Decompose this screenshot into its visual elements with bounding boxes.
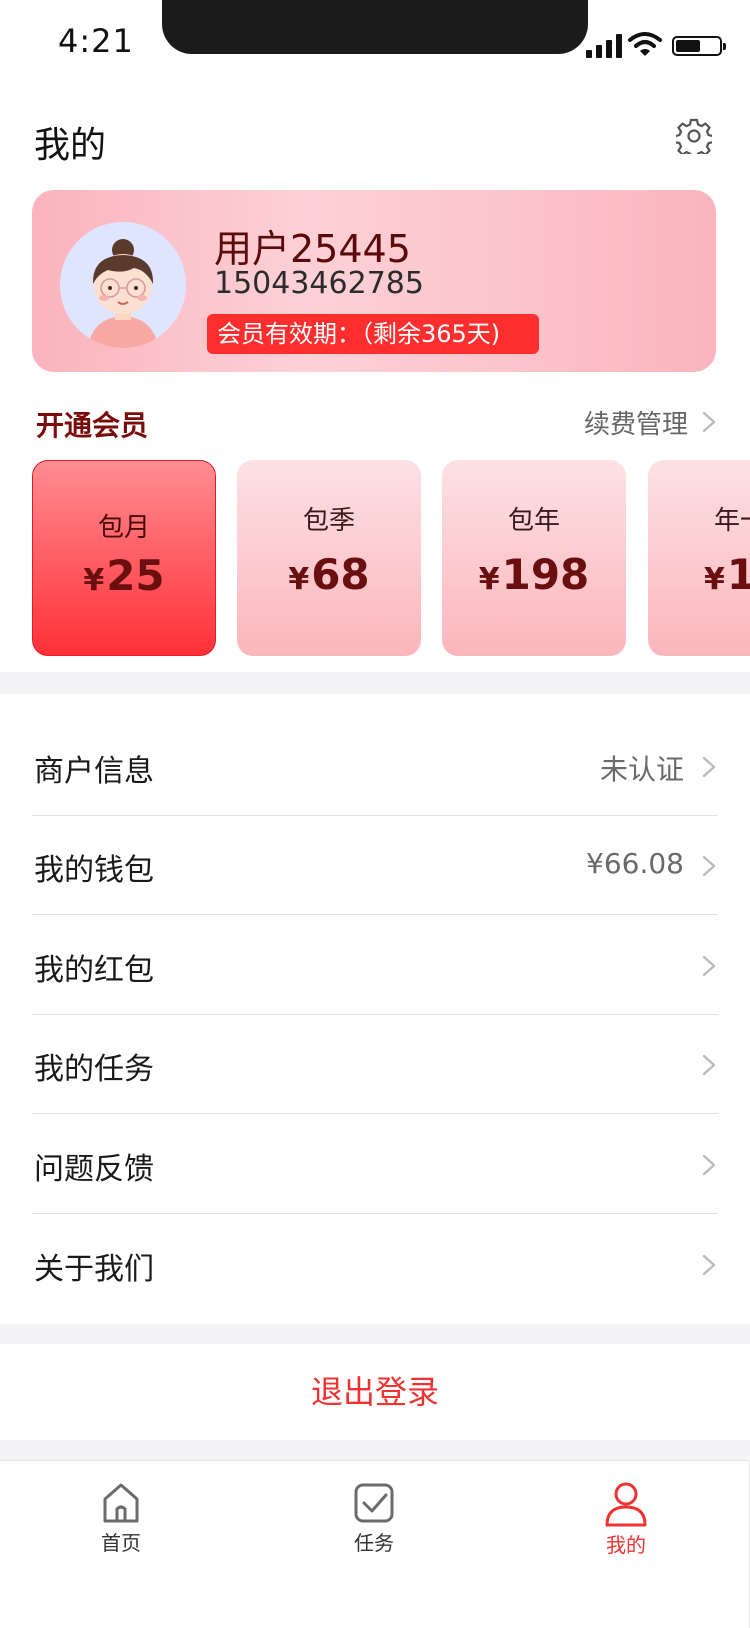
plan-name: 年一 — [714, 506, 750, 536]
plan-name: 包年 — [507, 506, 560, 536]
tab-label: 任务 — [354, 1531, 394, 1555]
status-time: 4:21 — [58, 22, 134, 60]
menu-item-label: 我的任务 — [34, 1052, 154, 1087]
avatar[interactable] — [60, 222, 186, 348]
plan-price: ¥1 — [704, 550, 750, 599]
renew-management-link[interactable]: 续费管理 — [584, 404, 688, 441]
section-divider — [0, 1440, 750, 1460]
menu-item-wallet[interactable]: 我的钱包 ¥66.08 — [32, 815, 718, 915]
profile-card[interactable]: 用户25445 15043462785 会员有效期：（剩余365天) — [32, 190, 716, 372]
user-phone: 15043462785 — [214, 266, 424, 301]
menu-item-value: ¥66.08 — [586, 847, 684, 880]
user-name: 用户25445 — [214, 227, 411, 271]
logout-button[interactable]: 退出登录 — [0, 1344, 750, 1440]
chevron-right-icon — [702, 1254, 716, 1276]
tab-home[interactable]: 首页 — [61, 1481, 181, 1556]
wifi-icon — [628, 32, 662, 56]
plan-card-quarterly[interactable]: 包季 ¥68 — [237, 460, 421, 656]
menu-item-merchant-info[interactable]: 商户信息 未认证 — [32, 716, 718, 816]
chevron-right-icon — [702, 1154, 716, 1176]
chevron-right-icon — [702, 756, 716, 778]
chevron-right-icon — [702, 955, 716, 977]
menu-item-label: 我的钱包 — [34, 853, 154, 888]
menu-item-label: 问题反馈 — [34, 1152, 154, 1187]
status-bar: 4:21 — [0, 0, 750, 88]
menu-item-feedback[interactable]: 问题反馈 — [32, 1114, 718, 1214]
plan-price: ¥68 — [288, 550, 370, 599]
plan-name: 包季 — [302, 506, 355, 536]
menu-item-my-tasks[interactable]: 我的任务 — [32, 1014, 718, 1114]
plan-card-monthly[interactable]: 包月 ¥25 — [32, 460, 216, 656]
checkbox-icon — [354, 1483, 394, 1523]
gear-icon[interactable] — [676, 118, 712, 154]
chevron-right-icon[interactable] — [700, 410, 718, 434]
plan-price: ¥25 — [83, 551, 165, 600]
user-icon — [605, 1482, 647, 1527]
plan-price: ¥198 — [478, 550, 590, 599]
menu-item-label: 我的红包 — [34, 953, 154, 988]
section-divider — [0, 1324, 750, 1344]
chevron-right-icon — [702, 1054, 716, 1076]
plan-name: 包月 — [97, 513, 150, 543]
camera-notch — [162, 0, 588, 54]
tab-label: 我的 — [606, 1533, 646, 1557]
menu-item-label: 商户信息 — [34, 754, 154, 789]
tab-label: 首页 — [101, 1531, 141, 1555]
menu-item-label: 关于我们 — [34, 1252, 154, 1287]
page-title: 我的 — [34, 125, 107, 166]
plan-card-yearly[interactable]: 包年 ¥198 — [442, 460, 626, 656]
membership-expiry-badge: 会员有效期：（剩余365天) — [207, 314, 539, 354]
chevron-right-icon — [702, 855, 716, 877]
bottom-tab-bar: 首页 任务 我的 — [0, 1460, 750, 1628]
menu-item-about-us[interactable]: 关于我们 — [32, 1214, 718, 1314]
section-divider — [0, 672, 750, 694]
home-icon — [103, 1483, 139, 1523]
tab-tasks[interactable]: 任务 — [314, 1481, 434, 1556]
section-title-membership: 开通会员 — [36, 409, 149, 442]
tab-mine[interactable]: 我的 — [566, 1481, 686, 1558]
avatar-illustration — [60, 222, 186, 348]
membership-plans: 包月 ¥25 包季 ¥68 包年 ¥198 年一 ¥1 — [0, 458, 750, 656]
signal-icon — [586, 34, 622, 58]
battery-icon — [672, 36, 726, 56]
menu-item-red-packet[interactable]: 我的红包 — [32, 915, 718, 1015]
menu-item-value: 未认证 — [599, 753, 684, 786]
plan-card-partial[interactable]: 年一 ¥1 — [648, 460, 750, 656]
